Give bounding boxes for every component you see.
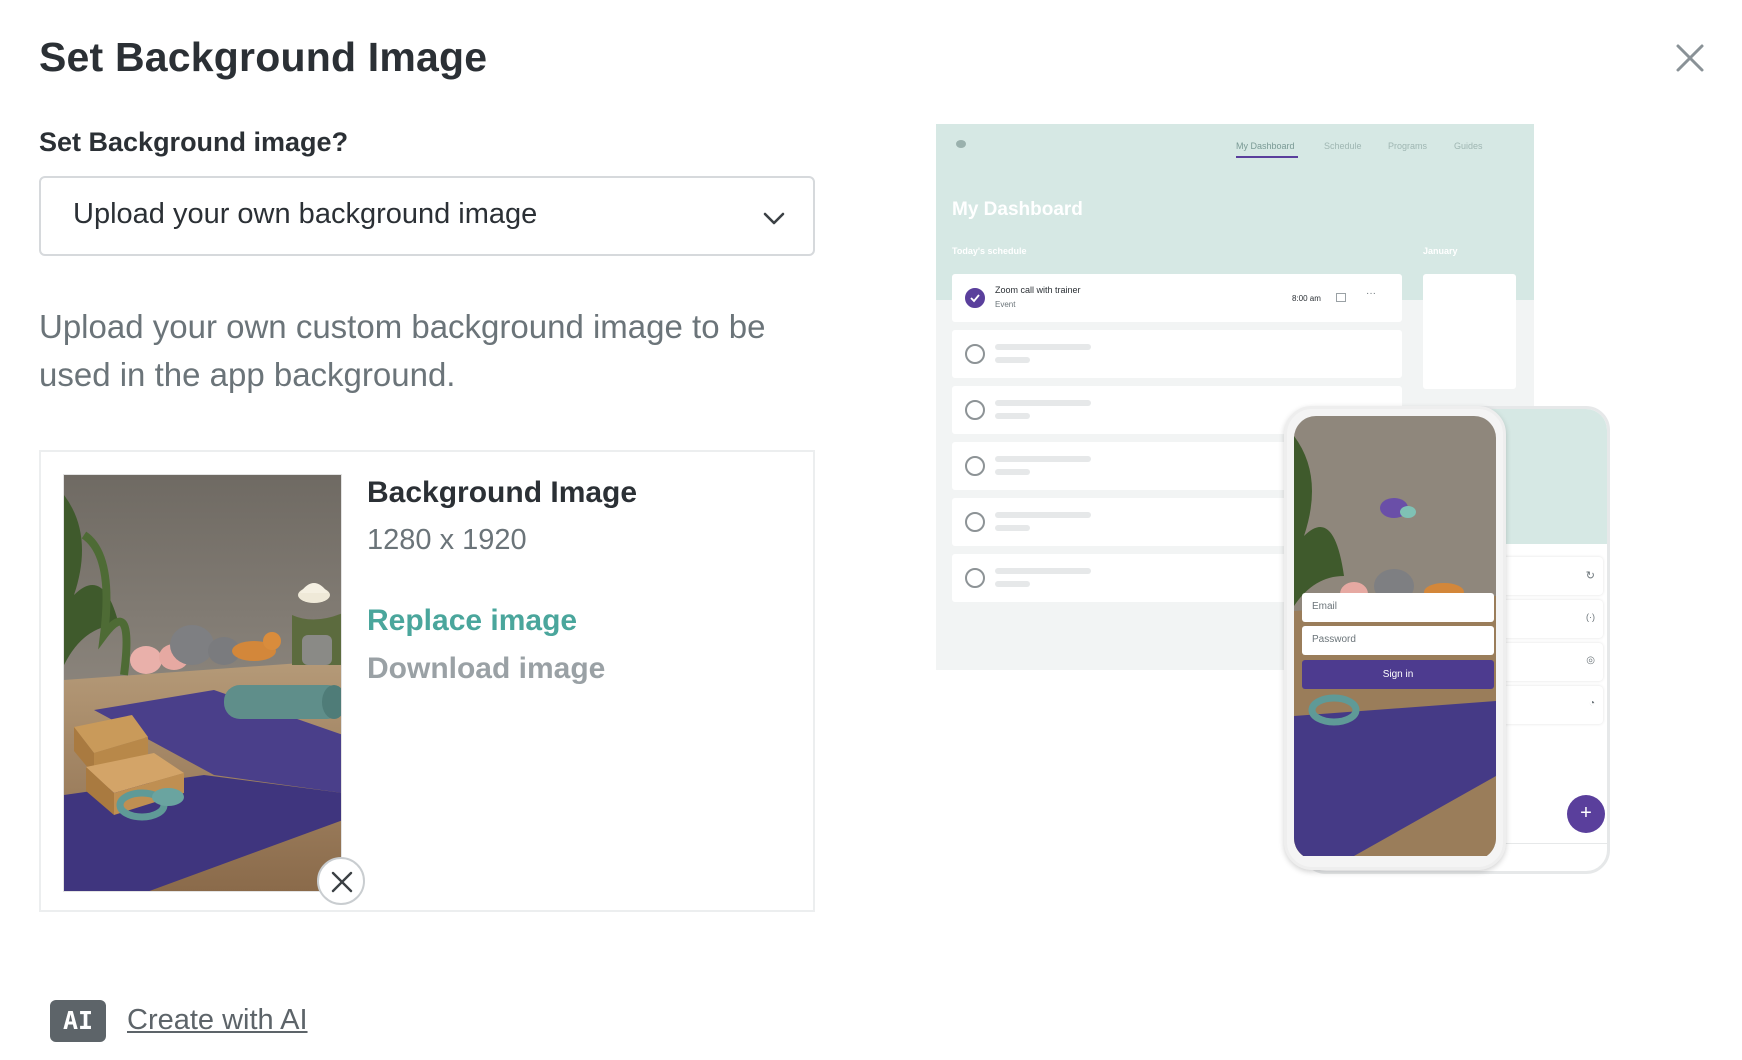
description-text: Upload your own custom background image … <box>39 308 766 393</box>
add-fab-button: + <box>1567 795 1605 833</box>
password-field: Password <box>1302 626 1494 655</box>
yoga-scene-image <box>64 475 341 891</box>
replace-image-link[interactable]: Replace image <box>367 604 577 638</box>
dialog-title: Set Background Image <box>39 34 488 80</box>
list-item: Zoom call with trainer Event 8:00 am ··· <box>952 274 1402 322</box>
item-type: Event <box>995 300 1016 309</box>
nav-item: My Dashboard <box>1236 141 1295 151</box>
sign-in-button: Sign in <box>1302 660 1494 689</box>
schedule-label: Today's schedule <box>952 246 1027 256</box>
phone-preview-front: Email Password Sign in <box>1284 406 1506 870</box>
close-icon[interactable] <box>1672 40 1708 76</box>
ai-badge: AI <box>50 1000 106 1042</box>
calendar-icon <box>1336 293 1346 302</box>
preview-title: My Dashboard <box>952 199 1083 220</box>
list-item <box>952 330 1402 378</box>
remove-image-button[interactable] <box>317 857 365 905</box>
calendar-label: January <box>1423 246 1458 256</box>
item-time: 8:00 am <box>1292 294 1321 303</box>
background-image-card: Background Image 1280 x 1920 Replace ima… <box>39 450 815 912</box>
calendar-card <box>1423 274 1516 389</box>
nav-item: Guides <box>1454 141 1483 151</box>
nav-active-underline <box>1236 156 1298 158</box>
background-type-select[interactable]: Upload your own background image <box>39 176 815 256</box>
download-image-link[interactable]: Download image <box>367 652 605 686</box>
checked-icon <box>965 288 985 308</box>
more-icon: ··· <box>1366 288 1376 299</box>
nav-item: Schedule <box>1324 141 1362 151</box>
select-value: Upload your own background image <box>73 198 538 230</box>
close-icon <box>331 871 353 893</box>
app-logo-icon <box>956 140 966 148</box>
app-preview: My Dashboard Schedule Programs Guides My… <box>936 124 1642 874</box>
nav-item: Programs <box>1388 141 1428 151</box>
chevron-down-icon <box>763 212 785 225</box>
create-with-ai-link[interactable]: Create with AI <box>127 1004 308 1037</box>
image-title: Background Image <box>367 476 638 509</box>
background-image-thumbnail <box>63 474 342 892</box>
background-select-label: Set Background image? <box>39 127 349 157</box>
email-field: Email <box>1302 593 1494 622</box>
image-dimensions: 1280 x 1920 <box>367 524 527 556</box>
item-title: Zoom call with trainer <box>995 285 1081 295</box>
